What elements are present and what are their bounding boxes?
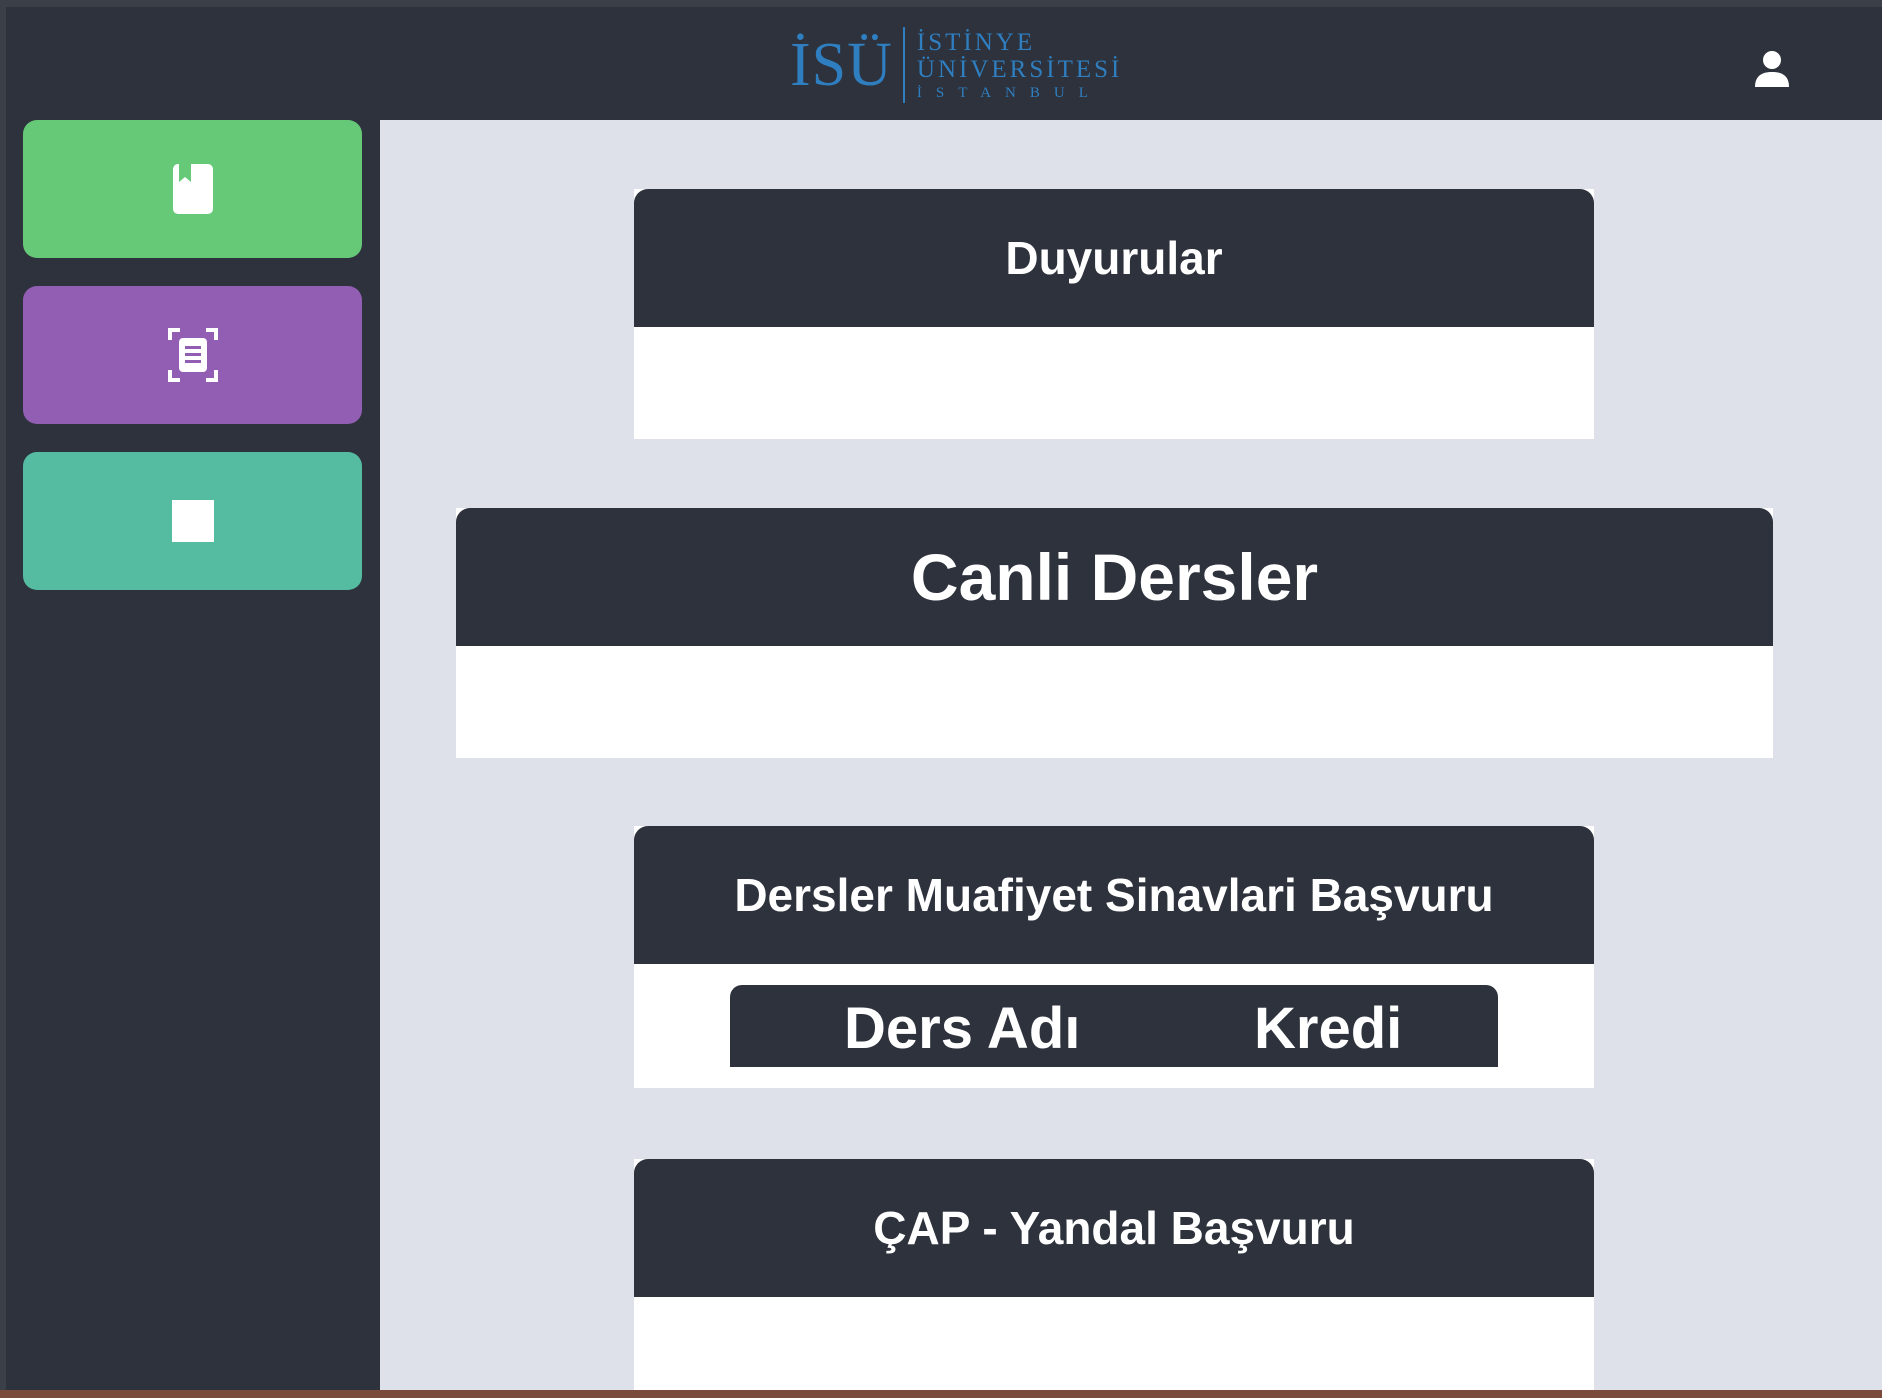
logo-line-1: İSTİNYE [916,28,1036,56]
double-major-minor-card: ÇAP - Yandal Başvuru [634,1159,1594,1390]
sidebar-item-courses[interactable] [23,120,362,258]
sidebar-item-documents[interactable] [23,286,362,424]
live-lessons-title: Canli Dersler [456,508,1773,646]
header: İSÜ İSTİNYE ÜNİVERSİTESİ İSTANBUL [6,7,1882,120]
user-icon [1755,51,1789,87]
book-icon [172,164,213,214]
logo-line-2: ÜNİVERSİTESİ [916,55,1123,83]
announcements-title: Duyurular [634,189,1594,327]
square-icon [171,500,214,542]
logo-text: İSTİNYE ÜNİVERSİTESİ İSTANBUL [917,30,1122,101]
window-bottom-edge [0,1390,1882,1398]
document-scan-icon [167,328,218,382]
logo-line-3: İSTANBUL [916,84,1102,101]
logo-mark: İSÜ [790,31,893,99]
announcements-body [634,327,1594,439]
course-table-header: Ders Adı Kredi [730,985,1498,1067]
user-profile-button[interactable] [1746,43,1798,95]
double-major-minor-body [634,1297,1594,1390]
announcements-card: Duyurular [634,189,1594,439]
exemption-exams-body: Ders Adı Kredi [634,964,1594,1088]
main-content: Duyurular Canli Dersler Dersler Muafiyet… [380,120,1882,1390]
sidebar-item-stop[interactable] [23,452,362,590]
app-window: İSÜ İSTİNYE ÜNİVERSİTESİ İSTANBUL Duyuru… [0,0,1882,1398]
double-major-minor-title: ÇAP - Yandal Başvuru [634,1159,1594,1297]
exemption-exams-card: Dersler Muafiyet Sinavlari Başvuru Ders … [634,826,1594,1088]
column-credit: Kredi [1254,996,1403,1061]
column-course-name: Ders Adı [844,996,1081,1061]
exemption-exams-title: Dersler Muafiyet Sinavlari Başvuru [634,826,1594,964]
live-lessons-body [456,646,1773,758]
university-logo[interactable]: İSÜ İSTİNYE ÜNİVERSİTESİ İSTANBUL [790,25,1122,105]
live-lessons-card: Canli Dersler [456,508,1773,758]
logo-divider [902,27,905,103]
sidebar [6,120,380,1390]
